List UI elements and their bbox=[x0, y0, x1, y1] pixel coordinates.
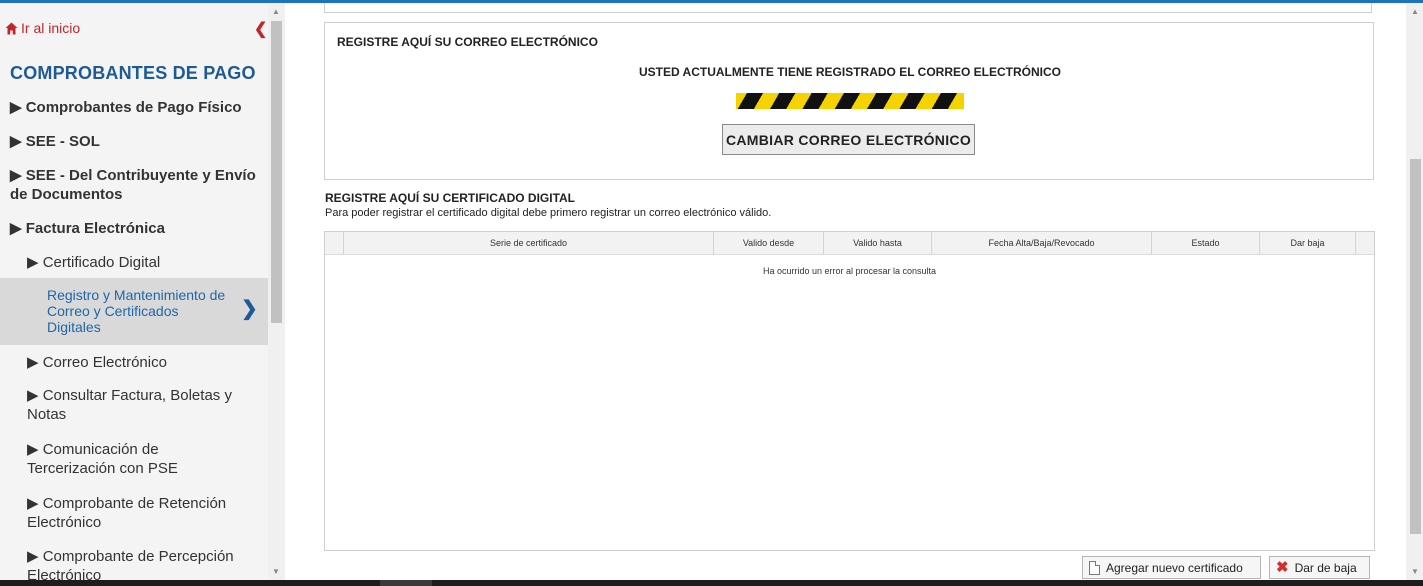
column-valido-hasta[interactable]: Valido hasta bbox=[823, 232, 931, 255]
column-valido-desde[interactable]: Valido desde bbox=[713, 232, 823, 255]
column-fecha[interactable]: Fecha Alta/Baja/Revocado bbox=[931, 232, 1151, 255]
sidebar-item-consultar-factura[interactable]: ▶ Consultar Factura, Boletas y Notas bbox=[27, 386, 252, 424]
scroll-up-icon[interactable]: ▲ bbox=[1411, 7, 1419, 16]
table-header: Serie de certificado Valido desde Valido… bbox=[325, 232, 1374, 255]
chevron-right-icon: ❯ bbox=[241, 298, 258, 320]
sidebar-item-retencion[interactable]: ▶ Comprobante de Retención Electrónico bbox=[27, 494, 257, 532]
scroll-down-icon[interactable]: ▼ bbox=[1411, 567, 1419, 576]
sidebar-item-factura-electronica[interactable]: ▶ Factura Electrónica bbox=[10, 219, 260, 238]
scroll-up-icon[interactable]: ▲ bbox=[272, 7, 280, 16]
sidebar-item-tercerizacion-pse[interactable]: ▶ Comunicación de Tercerización con PSE bbox=[27, 440, 227, 478]
previous-panel-edge bbox=[324, 3, 1372, 13]
taskbar-edge bbox=[0, 580, 1423, 586]
sidebar-item-correo-electronico[interactable]: ▶ Correo Electrónico bbox=[27, 353, 257, 372]
redacted-email-bar bbox=[736, 93, 964, 109]
deactivate-certificate-button[interactable]: ✖ Dar de baja bbox=[1269, 556, 1370, 579]
column-dar-baja[interactable]: Dar baja bbox=[1259, 232, 1356, 255]
table-empty-message: Ha ocurrido un error al procesar la cons… bbox=[762, 266, 937, 276]
sidebar-item-see-contribuyente[interactable]: ▶ SEE - Del Contribuyente y Envío de Doc… bbox=[10, 166, 260, 204]
home-icon bbox=[5, 22, 18, 34]
add-certificate-button[interactable]: Agregar nuevo certificado bbox=[1082, 556, 1261, 579]
email-panel: REGISTRE AQUÍ SU CORREO ELECTRÓNICO USTE… bbox=[324, 22, 1374, 180]
add-certificate-label: Agregar nuevo certificado bbox=[1106, 560, 1243, 575]
sidebar-item-comprobantes-fisico[interactable]: ▶ Comprobantes de Pago Físico bbox=[10, 98, 260, 117]
sidebar-item-active[interactable]: Registro y Mantenimiento de Correo y Cer… bbox=[0, 278, 268, 345]
document-icon bbox=[1089, 560, 1100, 575]
scroll-down-icon[interactable]: ▼ bbox=[272, 567, 280, 576]
column-serie[interactable]: Serie de certificado bbox=[343, 232, 713, 255]
email-section-title: REGISTRE AQUÍ SU CORREO ELECTRÓNICO bbox=[337, 35, 598, 49]
sidebar-item-see-sol[interactable]: ▶ SEE - SOL bbox=[10, 132, 260, 151]
cert-section-title: REGISTRE AQUÍ SU CERTIFICADO DIGITAL bbox=[325, 191, 576, 205]
sidebar-item-active-label: Registro y Mantenimiento de Correo y Cer… bbox=[47, 287, 226, 335]
section-title: COMPROBANTES DE PAGO bbox=[10, 63, 256, 83]
home-link-label: Ir al inicio bbox=[21, 20, 81, 36]
email-status-message: USTED ACTUALMENTE TIENE REGISTRADO EL CO… bbox=[638, 65, 1061, 79]
collapse-sidebar-icon[interactable]: ❮ bbox=[254, 19, 267, 39]
main-scrollbar-thumb[interactable] bbox=[1410, 159, 1421, 534]
certificates-table: Serie de certificado Valido desde Valido… bbox=[324, 231, 1375, 551]
sidebar-item-certificado-digital[interactable]: ▶ Certificado Digital bbox=[27, 253, 257, 272]
close-icon: ✖ bbox=[1276, 559, 1289, 576]
change-email-button[interactable]: CAMBIAR CORREO ELECTRÓNICO bbox=[722, 124, 975, 155]
sidebar-item-percepcion[interactable]: ▶ Comprobante de Percepción Electrónico bbox=[27, 547, 257, 580]
sidebar-scrollbar-thumb[interactable] bbox=[271, 21, 282, 323]
home-link[interactable]: Ir al inicio bbox=[5, 20, 80, 36]
sidebar: Ir al inicio ❮ COMPROBANTES DE PAGO ▶ Co… bbox=[0, 3, 268, 580]
column-estado[interactable]: Estado bbox=[1151, 232, 1259, 255]
deactivate-certificate-label: Dar de baja bbox=[1294, 560, 1357, 575]
sidebar-scrollbar[interactable]: ▲ ▼ bbox=[268, 3, 285, 580]
cert-section-note: Para poder registrar el certificado digi… bbox=[325, 207, 772, 219]
main-scrollbar[interactable]: ▲ ▼ bbox=[1406, 3, 1423, 580]
